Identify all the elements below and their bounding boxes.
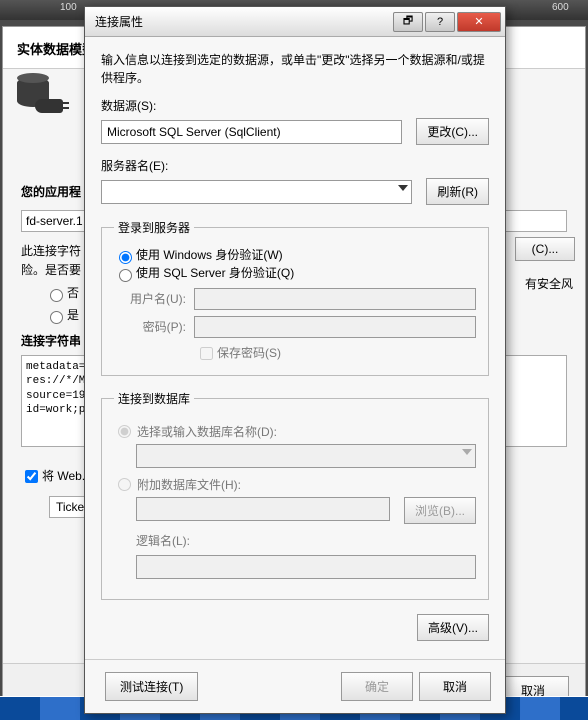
change-datasource-button[interactable]: 更改(C)... [416, 118, 489, 145]
browse-button: 浏览(B)... [404, 497, 476, 524]
db-attach-label: 附加数据库文件(H): [137, 476, 241, 493]
refresh-button[interactable]: 刷新(R) [426, 178, 489, 205]
datasource-input [101, 120, 402, 144]
advanced-button[interactable]: 高级(V)... [417, 614, 489, 641]
auth-sql-radio[interactable] [119, 269, 132, 282]
auth-windows-radio[interactable] [119, 251, 132, 264]
login-fieldset: 登录到服务器 使用 Windows 身份验证(W) 使用 SQL Server … [101, 219, 489, 376]
security-risk-text: 有安全风 [525, 275, 573, 292]
db-attach-radio [118, 478, 131, 491]
database-legend: 连接到数据库 [114, 390, 194, 407]
chevron-down-icon [462, 449, 472, 455]
radio-no[interactable] [50, 289, 63, 302]
radio-no-label: 否 [67, 286, 79, 300]
auth-windows-option[interactable]: 使用 Windows 身份验证(W) [114, 246, 476, 264]
dialog-footer: 测试连接(T) 确定 取消 [85, 659, 505, 713]
cancel-button[interactable]: 取消 [419, 672, 491, 701]
database-name-input [136, 444, 476, 468]
close-icon[interactable]: ✕ [457, 12, 501, 32]
radio-yes[interactable] [50, 311, 63, 324]
dialog-titlebar[interactable]: 连接属性 🗗 ? ✕ [85, 7, 505, 37]
dialog-body: 输入信息以连接到选定的数据源，或单击"更改"选择另一个数据源和/或提供程序。 数… [85, 37, 505, 659]
db-select-radio [118, 425, 131, 438]
minimize-icon[interactable]: 🗗 [393, 12, 423, 32]
radio-yes-label: 是 [67, 308, 79, 322]
test-connection-button[interactable]: 测试连接(T) [105, 672, 198, 701]
dialog-title: 连接属性 [95, 13, 393, 30]
username-row: 用户名(U): [114, 288, 476, 310]
ruler-mark-600: 600 [552, 2, 569, 13]
db-attach-option[interactable]: 附加数据库文件(H): [118, 476, 476, 493]
help-icon[interactable]: ? [425, 12, 455, 32]
auth-sql-label: 使用 SQL Server 身份验证(Q) [136, 266, 294, 280]
username-label: 用户名(U): [114, 290, 186, 307]
save-web-checkbox[interactable] [25, 470, 38, 483]
password-label: 密码(P): [114, 318, 186, 335]
server-name-input[interactable] [101, 180, 412, 204]
auth-windows-label: 使用 Windows 身份验证(W) [136, 248, 283, 262]
password-input [194, 316, 476, 338]
attach-file-input [136, 497, 390, 521]
server-name-combobox[interactable] [101, 180, 412, 204]
username-input [194, 288, 476, 310]
db-select-label: 选择或输入数据库名称(D): [137, 423, 277, 440]
logical-name-label: 逻辑名(L): [136, 532, 208, 549]
datasource-label: 数据源(S): [101, 97, 489, 114]
connection-properties-dialog: 连接属性 🗗 ? ✕ 输入信息以连接到选定的数据源，或单击"更改"选择另一个数据… [84, 6, 506, 714]
logical-name-input [136, 555, 476, 579]
database-name-combobox [136, 444, 476, 468]
dialog-instruction: 输入信息以连接到选定的数据源，或单击"更改"选择另一个数据源和/或提供程序。 [101, 51, 489, 87]
save-web-label: 将 Web. [42, 469, 85, 483]
password-row: 密码(P): [114, 316, 476, 338]
login-legend: 登录到服务器 [114, 219, 194, 236]
ruler-mark-100: 100 [60, 2, 77, 13]
save-password-row: 保存密码(S) [196, 344, 476, 363]
server-name-label: 服务器名(E): [101, 157, 489, 174]
database-fieldset: 连接到数据库 选择或输入数据库名称(D): 附加数据库文件(H): 浏览(B).… [101, 390, 489, 600]
save-password-label: 保存密码(S) [217, 346, 281, 360]
db-select-option[interactable]: 选择或输入数据库名称(D): [118, 423, 476, 440]
database-plug-icon [17, 77, 63, 127]
chevron-down-icon[interactable] [398, 185, 408, 191]
auth-sql-option[interactable]: 使用 SQL Server 身份验证(Q) [114, 264, 476, 282]
ok-button: 确定 [341, 672, 413, 701]
save-password-checkbox [200, 347, 213, 360]
new-connection-button[interactable]: (C)... [515, 237, 575, 261]
